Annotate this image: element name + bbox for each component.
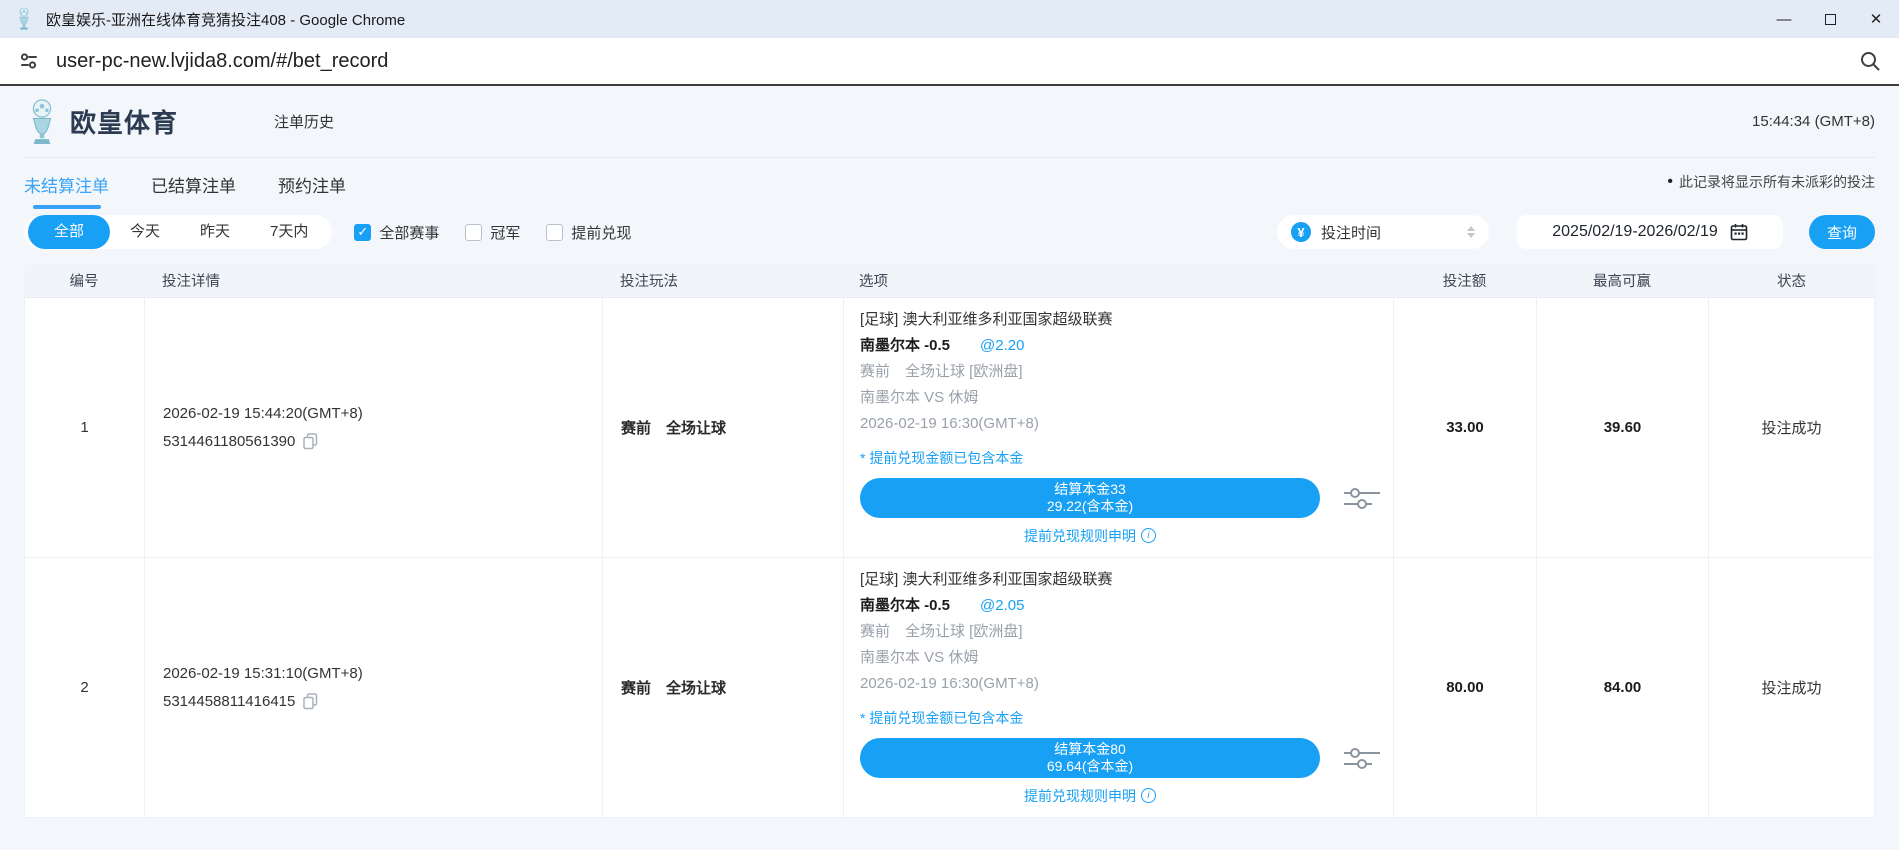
sort-carets-icon <box>1467 226 1475 238</box>
close-icon[interactable]: ✕ <box>1853 0 1899 38</box>
info-icon: i <box>1141 788 1156 803</box>
unsettled-notice: 此记录将显示所有未派彩的投注 <box>1667 172 1875 192</box>
header-selection: 选项 <box>843 270 1393 291</box>
checkbox-champion[interactable]: 冠军 <box>465 222 520 243</box>
bet-record-table: 编号 投注详情 投注玩法 选项 投注额 最高可赢 状态 1 2026-02-19… <box>24 264 1875 818</box>
copy-icon[interactable] <box>303 693 318 710</box>
market-info: 赛前 全场让球 [欧洲盘] <box>860 622 1393 641</box>
checkbox-icon <box>465 224 482 241</box>
cashout-adjust-icon[interactable] <box>1342 485 1382 511</box>
tabs-row: 未结算注单 已结算注单 预约注单 此记录将显示所有未派彩的投注 <box>24 158 1875 202</box>
status-badge: 投注成功 <box>1709 417 1874 438</box>
date-range-input[interactable]: 2025/02/19-2026/02/19 <box>1517 215 1783 249</box>
page-title: 注单历史 <box>274 111 334 132</box>
filter-right-group: ¥ 投注时间 2025/02/19-2026/02/19 查询 <box>1277 215 1875 249</box>
bet-type: 赛前 全场让球 <box>621 677 843 698</box>
trophy-favicon-icon <box>14 7 34 31</box>
currency-icon: ¥ <box>1291 222 1311 242</box>
server-clock: 15:44:34 (GMT+8) <box>1752 113 1875 130</box>
event-filter-group: 全部赛事 冠军 提前兑现 <box>354 222 657 243</box>
checkbox-cashout[interactable]: 提前兑现 <box>546 222 631 243</box>
minimize-icon[interactable]: — <box>1761 0 1807 38</box>
bet-id: 5314458811416415 <box>163 692 295 712</box>
bet-type: 赛前 全场让球 <box>621 417 843 438</box>
cashout-rules-link[interactable]: 提前兑现规则申明 i <box>860 526 1320 546</box>
max-win: 84.00 <box>1537 679 1708 696</box>
address-bar: user-pc-new.lvjida8.com/#/bet_record <box>0 38 1899 84</box>
filter-yesterday-button[interactable]: 昨天 <box>180 215 250 249</box>
header-status: 状态 <box>1708 270 1875 291</box>
row-number: 1 <box>25 419 144 436</box>
checkbox-icon <box>354 224 371 241</box>
cashout-rules-link[interactable]: 提前兑现规则申明 i <box>860 786 1320 806</box>
date-quick-filter-group: 全部 今天 昨天 7天内 <box>24 215 332 249</box>
checkbox-icon <box>546 224 563 241</box>
cashout-amount: 29.22(含本金) <box>860 498 1320 515</box>
row-number: 2 <box>25 679 144 696</box>
tab-reserved-bets[interactable]: 预约注单 <box>278 172 346 209</box>
pick-name: 南墨尔本 -0.5 <box>860 337 950 354</box>
window-title: 欧皇娱乐-亚洲在线体育竞猜投注408 - Google Chrome <box>46 9 1761 30</box>
bet-time: 2026-02-19 15:31:10(GMT+8) <box>163 664 602 684</box>
filter-today-button[interactable]: 今天 <box>110 215 180 249</box>
site-settings-icon[interactable] <box>18 50 40 72</box>
match-time: 2026-02-19 16:30(GMT+8) <box>860 674 1393 693</box>
market-info: 赛前 全场让球 [欧洲盘] <box>860 362 1393 381</box>
max-win: 39.60 <box>1537 419 1708 436</box>
pick-name: 南墨尔本 -0.5 <box>860 597 950 614</box>
table-row: 2 2026-02-19 15:31:10(GMT+8) 53144588114… <box>24 558 1875 818</box>
maximize-glyph <box>1825 14 1836 25</box>
filter-all-button[interactable]: 全部 <box>28 215 110 249</box>
match-time: 2026-02-19 16:30(GMT+8) <box>860 414 1393 433</box>
cashout-principal: 结算本金33 <box>860 481 1320 498</box>
match-teams: 南墨尔本 VS 休姆 <box>860 388 1393 407</box>
league-name: [足球] 澳大利亚维多利亚国家超级联赛 <box>860 310 1393 329</box>
header-bet-detail: 投注详情 <box>144 270 602 291</box>
sort-by-bet-time-dropdown[interactable]: ¥ 投注时间 <box>1277 215 1489 249</box>
cashout-button[interactable]: 结算本金33 29.22(含本金) <box>860 478 1320 518</box>
checkbox-all-events[interactable]: 全部赛事 <box>354 222 439 243</box>
header-bet-type: 投注玩法 <box>602 270 843 291</box>
cashout-button[interactable]: 结算本金80 69.64(含本金) <box>860 738 1320 778</box>
filter-bar: 全部 今天 昨天 7天内 全部赛事 冠军 提前兑现 ¥ 投注时间 <box>24 214 1875 250</box>
header-no: 编号 <box>24 270 144 291</box>
status-badge: 投注成功 <box>1709 677 1874 698</box>
odds-value: @2.05 <box>980 597 1024 614</box>
calendar-icon <box>1730 223 1748 241</box>
header-max-win: 最高可赢 <box>1536 270 1708 291</box>
cashout-amount: 69.64(含本金) <box>860 758 1320 775</box>
table-row: 1 2026-02-19 15:44:20(GMT+8) 53144611805… <box>24 298 1875 558</box>
bet-amount: 80.00 <box>1394 679 1536 696</box>
match-teams: 南墨尔本 VS 休姆 <box>860 648 1393 667</box>
tab-settled-bets[interactable]: 已结算注单 <box>151 172 236 209</box>
cashout-note: * 提前兑现金额已包含本金 <box>860 708 1393 728</box>
cashout-adjust-icon[interactable] <box>1342 745 1382 771</box>
trophy-logo-icon <box>24 98 60 146</box>
zoom-search-icon[interactable] <box>1859 50 1881 72</box>
filter-7days-button[interactable]: 7天内 <box>250 215 328 249</box>
brand-name: 欧皇体育 <box>70 103 178 140</box>
league-name: [足球] 澳大利亚维多利亚国家超级联赛 <box>860 570 1393 589</box>
copy-icon[interactable] <box>303 433 318 450</box>
url-input[interactable]: user-pc-new.lvjida8.com/#/bet_record <box>56 50 1859 73</box>
info-icon: i <box>1141 528 1156 543</box>
bet-amount: 33.00 <box>1394 419 1536 436</box>
cashout-note: * 提前兑现金额已包含本金 <box>860 448 1393 468</box>
maximize-icon[interactable] <box>1807 0 1853 38</box>
search-button[interactable]: 查询 <box>1809 215 1875 249</box>
odds-value: @2.20 <box>980 337 1024 354</box>
cashout-principal: 结算本金80 <box>860 741 1320 758</box>
site-header: 欧皇体育 注单历史 15:44:34 (GMT+8) <box>24 86 1875 158</box>
table-header-row: 编号 投注详情 投注玩法 选项 投注额 最高可赢 状态 <box>24 264 1875 298</box>
page-content: 欧皇体育 注单历史 15:44:34 (GMT+8) 未结算注单 已结算注单 预… <box>0 86 1899 818</box>
bet-id: 5314461180561390 <box>163 432 295 452</box>
tab-unsettled-bets[interactable]: 未结算注单 <box>24 172 109 209</box>
header-bet-amount: 投注额 <box>1393 270 1536 291</box>
bet-time: 2026-02-19 15:44:20(GMT+8) <box>163 404 602 424</box>
window-titlebar: 欧皇娱乐-亚洲在线体育竞猜投注408 - Google Chrome — ✕ <box>0 0 1899 38</box>
